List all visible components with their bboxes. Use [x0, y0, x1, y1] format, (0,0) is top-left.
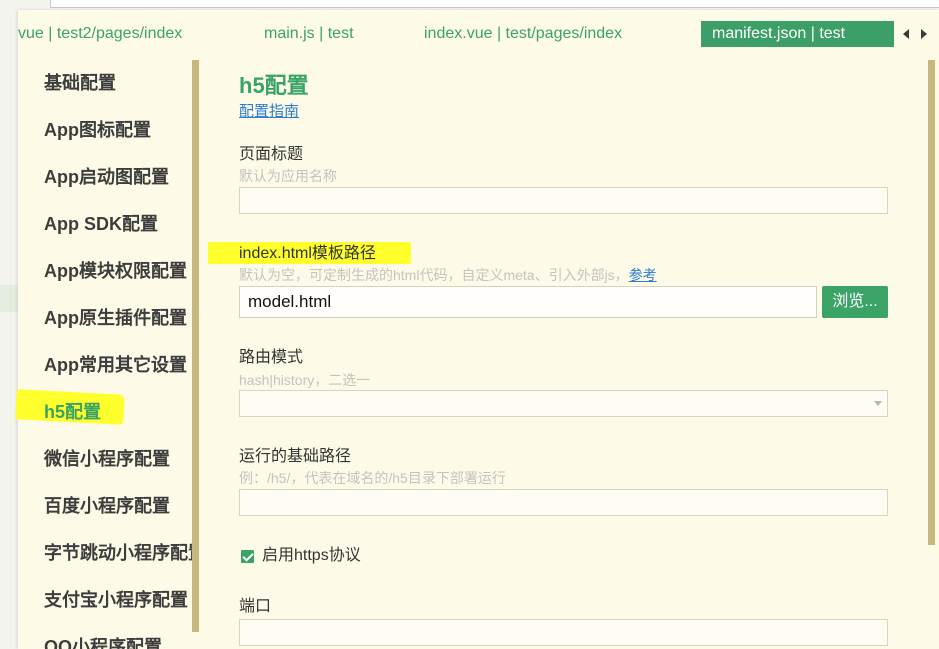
sidebar-item-h5-config[interactable]: h5配置 [18, 389, 192, 436]
settings-nav: 基础配置 App图标配置 App启动图配置 App SDK配置 App模块权限配… [18, 60, 192, 649]
editor-tab-bar: vue | test2/pages/index main.js | test i… [18, 21, 898, 47]
template-path-hint-text: 默认为空，可定制生成的html代码，自定义meta、引入外部js， [239, 267, 629, 283]
left-panel-highlight [0, 285, 18, 312]
config-guide-link[interactable]: 配置指南 [239, 102, 299, 122]
sidebar-item-qq-mp-config[interactable]: QQ小程序配置 [18, 624, 192, 649]
tab-index-vue-test2[interactable]: vue | test2/pages/index [18, 21, 193, 47]
page-title-input[interactable] [239, 187, 888, 214]
https-checkbox-label[interactable]: 启用https协议 [262, 546, 361, 566]
sidebar-scrollbar[interactable] [192, 60, 199, 632]
https-checkbox[interactable] [241, 550, 254, 563]
sidebar-item-toutiao-mp-config[interactable]: 字节跳动小程序配置 [18, 530, 192, 577]
sidebar-item-app-sdk-config[interactable]: App SDK配置 [18, 201, 192, 248]
tab-index-vue-test[interactable]: index.vue | test/pages/index [413, 21, 633, 47]
sidebar-item-baidu-mp-config[interactable]: 百度小程序配置 [18, 483, 192, 530]
sidebar-item-app-other-settings[interactable]: App常用其它设置 [18, 342, 192, 389]
sidebar-item-alipay-mp-config[interactable]: 支付宝小程序配置 [18, 577, 192, 624]
base-path-hint: 例：/h5/，代表在域名的/h5目录下部署运行 [239, 470, 506, 486]
template-path-input[interactable] [239, 286, 817, 318]
page-title-field-label: 页面标题 [239, 146, 304, 163]
window-top-frame [50, 0, 939, 8]
router-mode-select[interactable] [239, 390, 888, 417]
tab-manifest-json[interactable]: manifest.json | test [701, 21, 894, 47]
triangle-left-icon[interactable] [903, 29, 909, 39]
router-mode-label: 路由模式 [239, 349, 304, 366]
main-scrollbar[interactable] [928, 60, 935, 545]
base-path-label: 运行的基础路径 [239, 448, 352, 465]
sidebar-item-weixin-mp-config[interactable]: 微信小程序配置 [18, 436, 192, 483]
caret-down-icon [874, 401, 882, 406]
port-input[interactable] [239, 619, 888, 646]
router-mode-hint: hash|history，二选一 [239, 372, 371, 388]
sidebar-item-app-splash-config[interactable]: App启动图配置 [18, 154, 192, 201]
page-title-field-hint: 默认为应用名称 [239, 168, 337, 184]
page-title: h5配置 [239, 73, 309, 98]
browse-button[interactable]: 浏览... [822, 286, 888, 318]
triangle-right-icon[interactable] [921, 29, 927, 39]
template-reference-link[interactable]: 参考 [629, 267, 657, 283]
template-path-hint: 默认为空，可定制生成的html代码，自定义meta、引入外部js，参考 [239, 266, 657, 284]
port-label: 端口 [239, 598, 272, 615]
sidebar-item-app-icon-config[interactable]: App图标配置 [18, 107, 192, 154]
template-path-label: index.html模板路径 [239, 245, 376, 262]
sidebar-item-app-native-plugins-config[interactable]: App原生插件配置 [18, 295, 192, 342]
sidebar-item-app-modules-config[interactable]: App模块权限配置 [18, 248, 192, 295]
base-path-input[interactable] [239, 489, 888, 516]
sidebar-item-basic-config[interactable]: 基础配置 [18, 60, 192, 107]
tab-main-js[interactable]: main.js | test [253, 21, 365, 47]
